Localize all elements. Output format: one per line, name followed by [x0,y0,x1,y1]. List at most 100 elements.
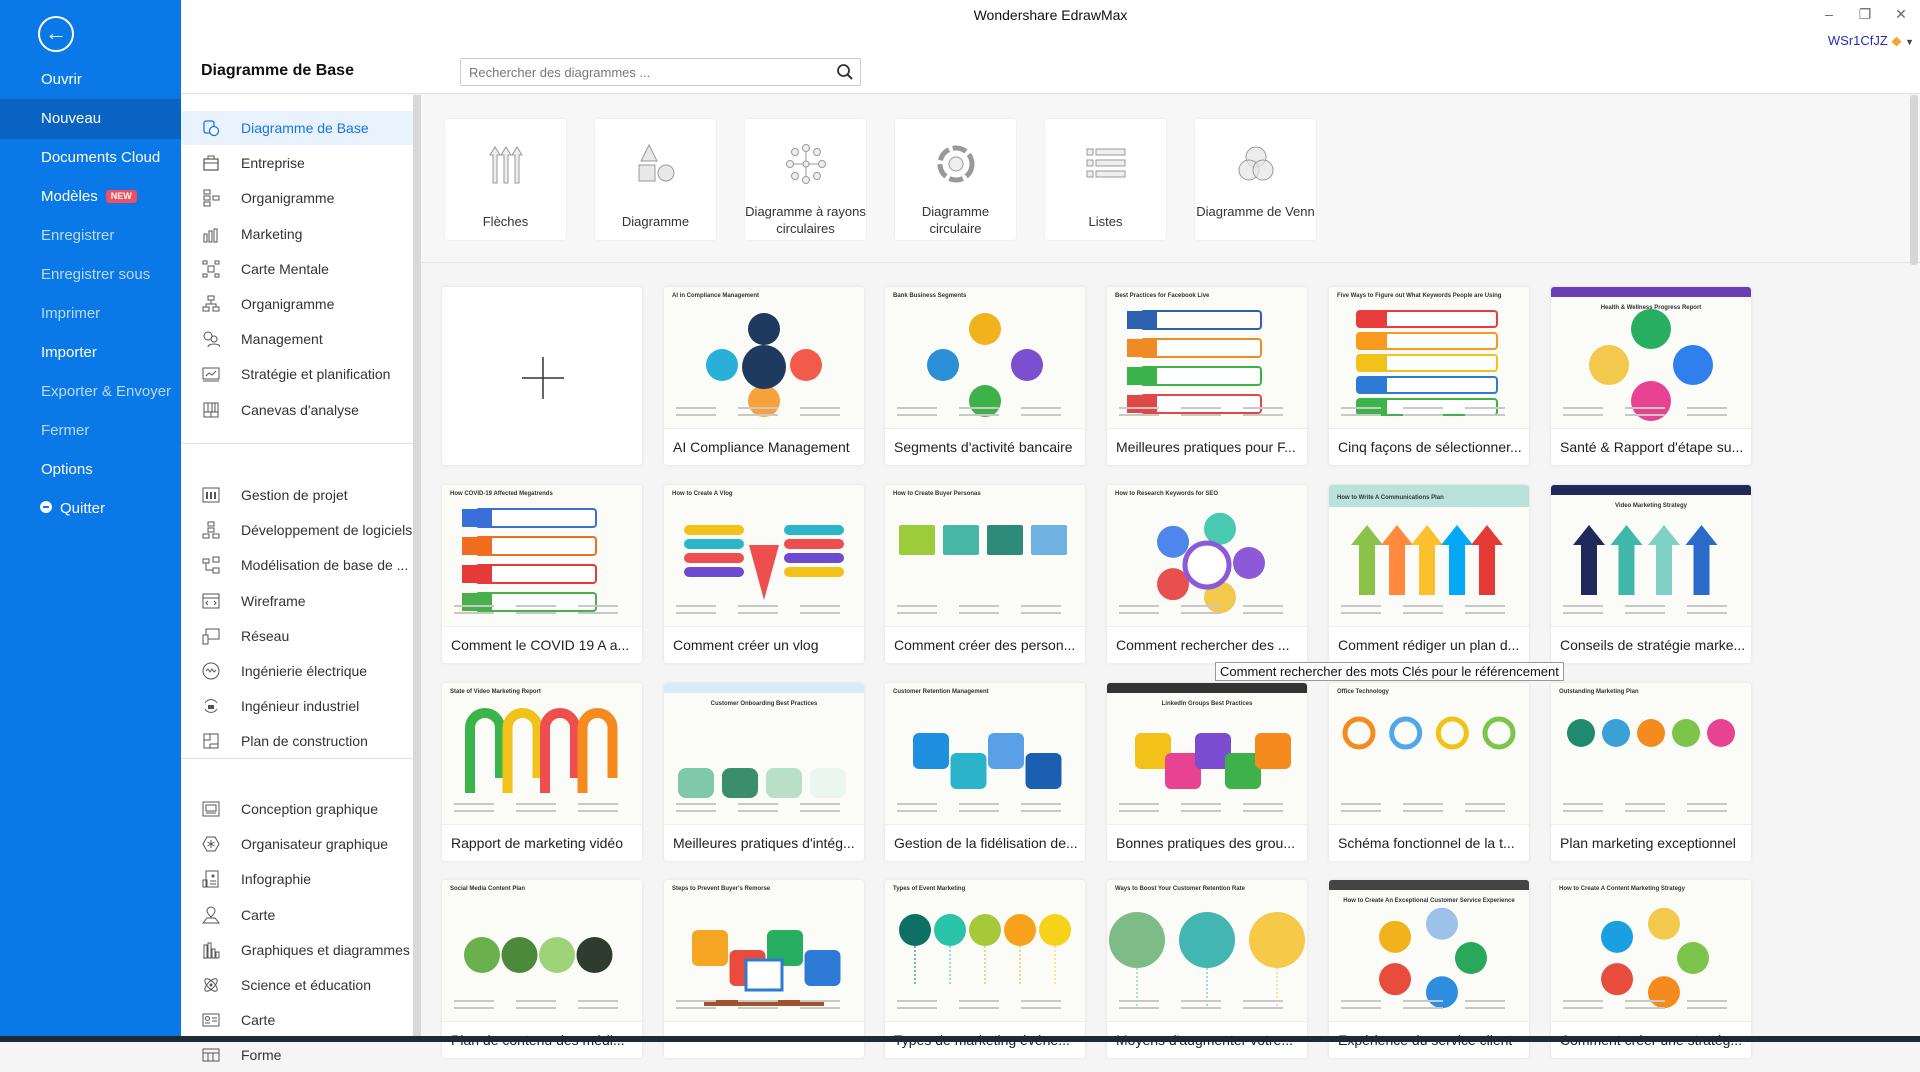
nav-item-9[interactable]: Fermer [0,411,181,451]
diagram-type-tile[interactable]: Diagramme circulaire [895,119,1016,240]
template-card[interactable]: Best Practices for Facebook Live Meilleur… [1107,287,1307,465]
template-thumbnail: Five Ways to Figure out What Keywords Pe… [1329,287,1529,428]
category-item[interactable]: Réseau [181,619,413,653]
search-input[interactable] [461,59,821,85]
diagram-type-tile[interactable]: Diagramme à rayons circulaires [745,119,866,240]
category-item[interactable]: Développement de logiciels [181,513,413,547]
nav-item-2[interactable]: Documents Cloud [0,138,181,178]
thumb-text-line [516,1007,556,1009]
restore-icon[interactable]: ❐ [1858,6,1872,23]
category-item[interactable]: Entreprise [181,146,413,180]
diagram-type-tile[interactable]: Diagramme de Venn [1195,119,1316,240]
category-item[interactable]: Graphiques et diagrammes [181,933,413,967]
category-item[interactable]: Carte [181,1003,413,1037]
minimize-icon[interactable]: – [1822,6,1836,23]
template-card[interactable]: AI in Compliance Management AI Compliance… [664,287,864,465]
category-item[interactable]: Carte Mentale [181,252,413,286]
template-card[interactable]: Five Ways to Figure out What Keywords Pe… [1329,287,1529,465]
nav-item-8[interactable]: Exporter & Envoyer [0,372,181,412]
category-item[interactable]: Modélisation de base de ... [181,548,413,582]
network-devices-icon [202,628,220,645]
template-card[interactable]: How to Research Keywords for SEO Comment … [1107,485,1307,663]
thumb-text-line [897,605,937,607]
template-card[interactable]: Customer Onboarding Best Practices Meille… [664,683,864,861]
nav-item-3[interactable]: Modèles NEW [0,177,181,217]
thumb-text-line [1021,612,1061,614]
category-item[interactable]: Science et éducation [181,968,413,1002]
template-card[interactable]: How to Write A Communications Plan Commen… [1329,485,1529,663]
thumb-text-line [1021,810,1061,812]
thumb-text-line [454,1007,494,1009]
diagram-type-tile[interactable]: Diagramme [595,119,716,240]
arrows-icon [489,146,523,184]
category-item[interactable]: Management [181,322,413,356]
nav-item-6[interactable]: Imprimer [0,294,181,334]
template-card[interactable]: Bank Business Segments Segments d'activit… [885,287,1085,465]
template-card[interactable]: Steps to Prevent Buyer's Remorse [664,880,864,1058]
category-item[interactable]: Marketing [181,217,413,251]
category-item[interactable]: Ingénieur industriel [181,689,413,723]
template-card[interactable]: State of Video Marketing Report Rapport d… [442,683,642,861]
category-item[interactable]: Gestion de projet [181,478,413,512]
nav-item-7[interactable]: Importer [0,333,181,373]
nav-item-11[interactable]: Quitter [0,489,181,529]
thumb-shape [1182,540,1232,590]
template-card[interactable]: Video Marketing Strategy Conseils de stra… [1551,485,1751,663]
template-card[interactable]: Social Media Content PlanPlan de contenu… [442,880,642,1058]
thumb-text-line [1021,1000,1061,1002]
new-blank-diagram-card[interactable] [442,287,642,465]
category-item[interactable]: Plan de construction [181,724,413,758]
back-button[interactable]: ← [38,16,74,52]
category-item[interactable]: Carte [181,898,413,932]
template-card[interactable]: Health & Wellness Progress Report Santé &… [1551,287,1751,465]
diagram-type-tile[interactable]: Flèches [445,119,566,240]
template-card[interactable]: LinkedIn Groups Best Practices Bonnes pra… [1107,683,1307,861]
thumb-shape [1127,367,1157,385]
thumb-text-line [897,414,937,416]
template-card[interactable]: Office Technology Schéma fonctionnel de l… [1329,683,1529,861]
category-item[interactable]: Stratégie et planification [181,357,413,391]
search-icon[interactable] [836,63,854,81]
thumb-text-line [1563,1007,1603,1009]
diagram-type-tile[interactable]: Listes [1045,119,1166,240]
template-card[interactable]: How COVID-19 Affected Megatrends Comment … [442,485,642,663]
category-item[interactable]: Organisateur graphique [181,827,413,861]
database-model-icon [202,556,220,574]
category-item[interactable]: Organigramme [181,287,413,321]
category-item[interactable]: Diagramme de Base [181,111,413,145]
thumb-text-line [1563,605,1603,607]
category-item[interactable]: Infographie [181,862,413,896]
category-item[interactable]: Organigramme [181,181,413,215]
nav-item-0[interactable]: Ouvrir [0,60,181,100]
thumb-text-line [676,1007,716,1009]
nav-item-10[interactable]: Options [0,450,181,490]
category-label: Ingénieur industriel [241,698,360,715]
thumb-shape [706,349,738,381]
template-card[interactable]: How to Create An Exceptional Customer Se… [1329,880,1529,1058]
template-card[interactable]: How to Create A Content Marketing Strate… [1551,880,1751,1058]
template-card[interactable]: How to Create Buyer Personas Comment crée… [885,485,1085,663]
template-card[interactable]: Types of Event MarketingTypes de marketi… [885,880,1085,1058]
main-scrollbar[interactable] [1910,95,1918,265]
template-card[interactable]: How to Create A Vlog Comment créer un vlo… [664,485,864,663]
template-card[interactable]: Outstanding Marketing Plan Plan marketing… [1551,683,1751,861]
close-icon[interactable]: ✕ [1894,6,1908,23]
category-item[interactable]: Forme [181,1038,413,1072]
thumb-text-line [1403,414,1443,416]
thumb-shape [943,525,979,555]
category-scrollbar[interactable] [413,95,421,1042]
thumb-text-line [1181,414,1221,416]
nav-item-5[interactable]: Enregistrer sous [0,255,181,295]
category-label: Science et éducation [241,977,371,993]
nav-item-4[interactable]: Enregistrer [0,216,181,256]
category-item[interactable]: Canevas d'analyse [181,393,413,427]
category-item[interactable]: Conception graphique [181,792,413,826]
category-panel: Diagramme de Base Entreprise Organigramme M… [181,95,413,1063]
user-menu[interactable]: WSr1CfJZ ◆ ▼ [1828,33,1914,49]
category-item[interactable]: Wireframe [181,584,413,618]
nav-item-1[interactable]: Nouveau [0,99,181,139]
template-card[interactable]: Ways to Boost Your Customer Retention Ra… [1107,880,1307,1058]
template-card[interactable]: Customer Retention Management Gestion de … [885,683,1085,861]
category-item[interactable]: Ingénierie électrique [181,654,413,688]
org-chart-icon [202,295,220,312]
